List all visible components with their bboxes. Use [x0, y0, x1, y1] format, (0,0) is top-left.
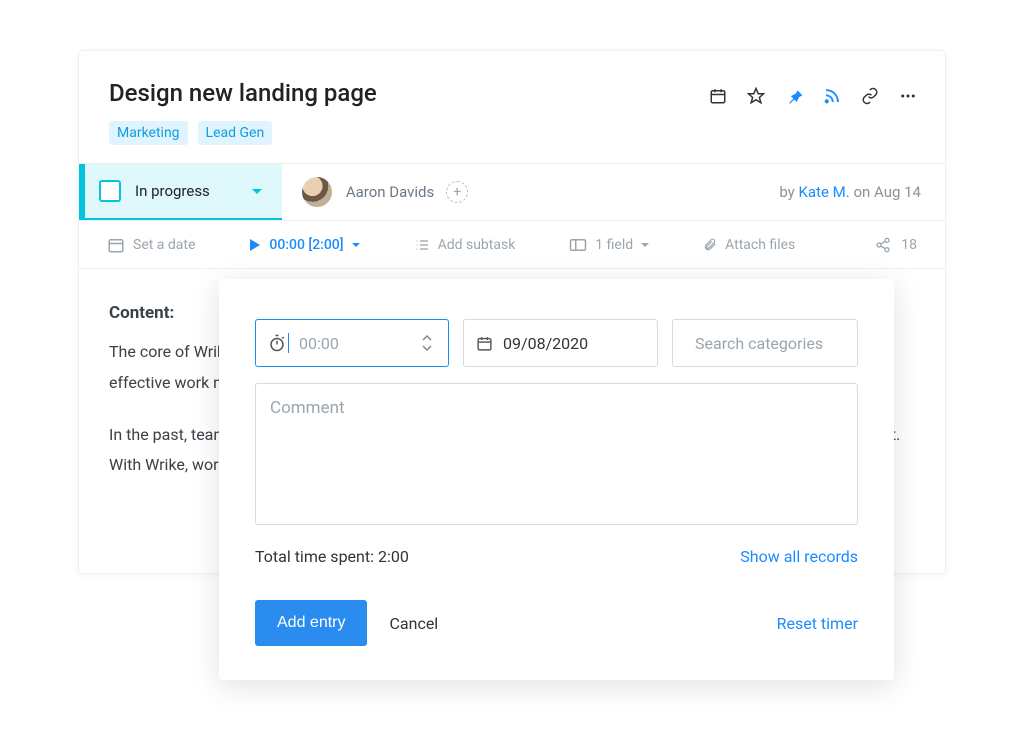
show-all-records-link[interactable]: Show all records	[740, 547, 858, 566]
date-input[interactable]: 09/08/2020	[463, 319, 658, 367]
add-entry-button[interactable]: Add entry	[255, 600, 367, 646]
add-assignee-button[interactable]: +	[446, 181, 468, 203]
reset-timer-link[interactable]: Reset timer	[777, 614, 858, 633]
total-time-label: Total time spent:	[255, 547, 378, 566]
status-row: In progress Aaron Davids + by Kate M. on…	[79, 163, 945, 221]
share-count-label: 18	[901, 237, 917, 253]
search-placeholder: Search categories	[695, 334, 823, 353]
share-button[interactable]: 18	[875, 237, 917, 253]
chevron-down-icon	[641, 243, 649, 247]
chevron-down-icon	[352, 243, 360, 247]
tag-list: Marketing Lead Gen	[109, 121, 915, 163]
total-time: Total time spent: 2:00	[255, 547, 409, 566]
time-input[interactable]: 00:00	[255, 319, 449, 367]
total-time-value: 2:00	[378, 547, 409, 566]
set-date-label: Set a date	[133, 237, 195, 253]
assignee-block: Aaron Davids +	[282, 175, 468, 209]
author-link[interactable]: Kate M.	[799, 183, 850, 201]
feed-icon[interactable]	[823, 87, 841, 105]
task-meta: by Kate M. on Aug 14	[779, 183, 945, 201]
comment-placeholder: Comment	[270, 398, 345, 418]
assignee-name: Aaron Davids	[346, 183, 434, 201]
date-value: 09/08/2020	[503, 334, 588, 353]
status-selector[interactable]: In progress	[79, 164, 282, 220]
tag-marketing[interactable]: Marketing	[109, 121, 188, 145]
attach-label: Attach files	[725, 237, 795, 253]
stepper-down-icon[interactable]	[422, 345, 432, 351]
meta-prefix: by	[779, 183, 798, 201]
pin-icon[interactable]	[785, 87, 803, 105]
header-actions	[709, 87, 917, 105]
add-subtask-button[interactable]: Add subtask	[414, 237, 516, 253]
star-icon[interactable]	[747, 87, 765, 105]
link-icon[interactable]	[861, 87, 879, 105]
add-subtask-label: Add subtask	[438, 237, 516, 253]
timer-label: 00:00 [2:00]	[269, 237, 343, 253]
stopwatch-icon	[268, 334, 286, 352]
calendar-icon[interactable]	[709, 87, 727, 105]
avatar[interactable]	[300, 175, 334, 209]
calendar-icon	[476, 335, 493, 352]
complete-checkbox[interactable]	[99, 180, 121, 202]
timer-button[interactable]: 00:00 [2:00]	[249, 237, 359, 253]
time-entry-popover: 00:00 09/08/2020 Search categories Comme…	[219, 279, 894, 680]
text-cursor	[288, 333, 289, 353]
time-placeholder: 00:00	[299, 334, 339, 353]
tag-leadgen[interactable]: Lead Gen	[198, 121, 273, 145]
chevron-down-icon	[252, 189, 262, 194]
status-label: In progress	[135, 182, 210, 200]
comment-input[interactable]: Comment	[255, 383, 858, 525]
cancel-button[interactable]: Cancel	[389, 614, 438, 633]
time-stepper[interactable]	[418, 335, 436, 351]
attach-button[interactable]: Attach files	[703, 237, 795, 253]
meta-suffix: on Aug 14	[850, 183, 921, 201]
category-search-input[interactable]: Search categories	[672, 319, 858, 367]
custom-fields-button[interactable]: 1 field	[569, 237, 649, 253]
set-date-button[interactable]: Set a date	[107, 236, 195, 254]
more-icon[interactable]	[899, 87, 917, 105]
stepper-up-icon[interactable]	[422, 335, 432, 341]
fields-label: 1 field	[595, 237, 633, 253]
task-toolbar: Set a date 00:00 [2:00] Add subtask 1 fi…	[79, 221, 945, 269]
